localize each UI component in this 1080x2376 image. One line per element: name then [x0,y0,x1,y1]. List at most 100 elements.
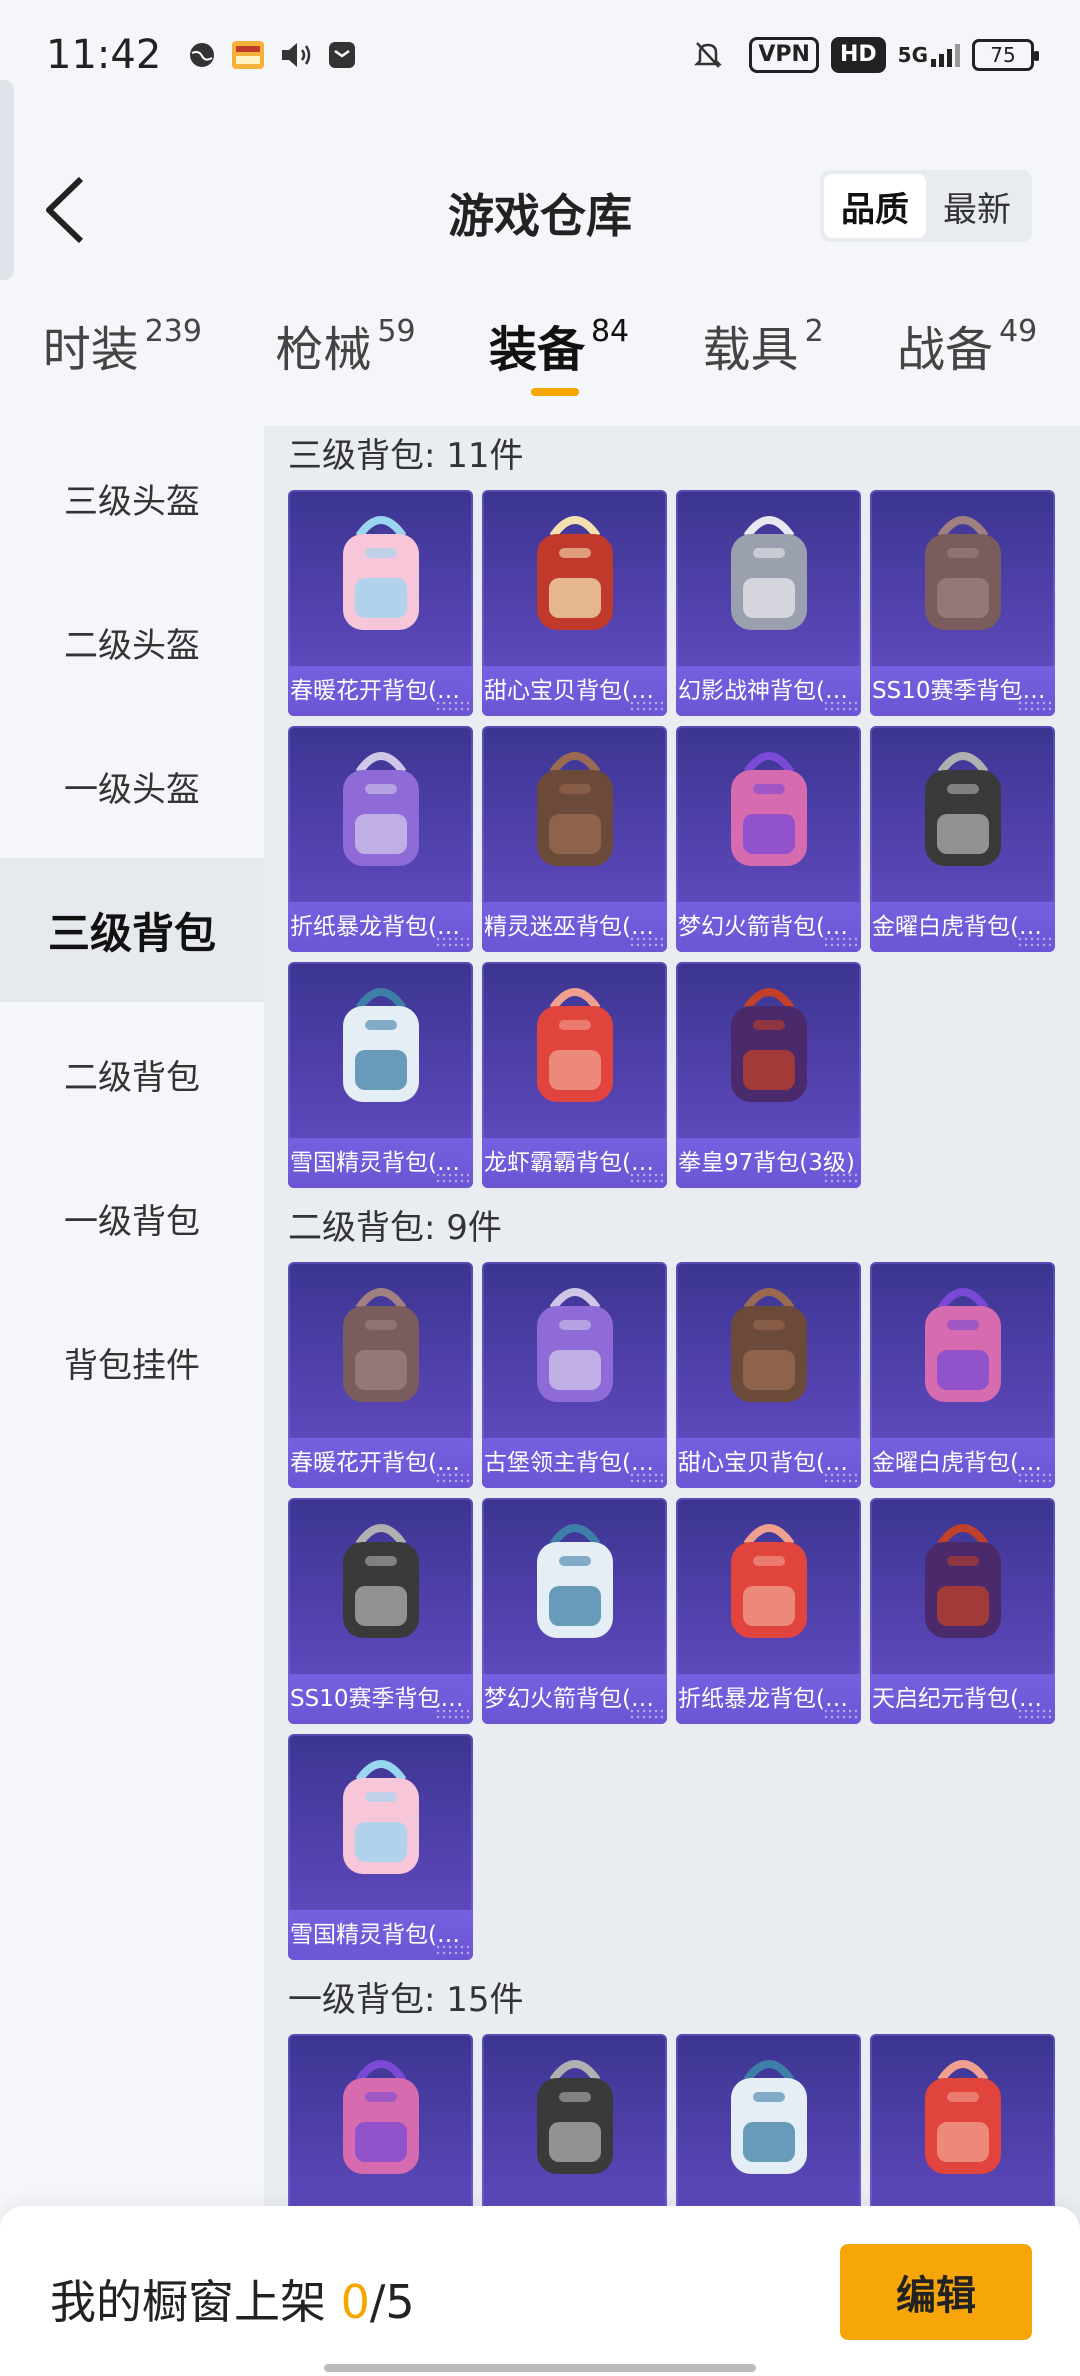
item-card[interactable]: 梦幻火箭背包(… [676,726,861,952]
item-card[interactable]: 春暖花开背包(… [288,1262,473,1488]
item-card[interactable]: 金曜白虎背包(… [870,726,1055,952]
backpack-icon [482,962,667,1138]
item-card[interactable]: 精灵迷巫背包(… [482,726,667,952]
section-title: 一级背包: 15件 [288,1980,524,2020]
active-tab-indicator [530,388,579,396]
item-card[interactable]: 雪国精灵背包(… [288,962,473,1188]
backpack-icon [482,2034,667,2210]
showcase-current-count: 0 [340,2275,370,2329]
signal-icon [931,44,960,67]
tab-label: 装备 [488,322,585,378]
item-name: 折纸暴龙背包(… [288,902,473,952]
network-type: 5G [897,43,928,67]
item-card[interactable] [288,2034,473,2226]
item-name: 金曜白虎背包(… [870,902,1055,952]
backpack-icon [288,726,473,902]
backpack-icon [676,1498,861,1674]
item-card[interactable]: 古堡领主背包(… [482,1262,667,1488]
hd-badge: HD [830,37,886,73]
backpack-icon [676,1262,861,1438]
item-name: 古堡领主背包(… [482,1438,667,1488]
item-name: 金曜白虎背包(… [870,1438,1055,1488]
item-card[interactable]: 天启纪元背包(… [870,1498,1055,1724]
item-card[interactable] [676,2034,861,2226]
chevron-left-icon [46,176,84,244]
item-grid: 春暖花开背包(… 甜心宝贝背包(… 幻影战神背包(… SS10赛季背包… 折纸暴龙背包(… [264,490,1080,1198]
item-name: 折纸暴龙背包(… [676,1674,861,1724]
backpack-icon [482,490,667,666]
battery-level: 75 [990,43,1016,67]
item-card[interactable]: 拳皇97背包(3级) [676,962,861,1188]
bottom-bar: 我的橱窗上架 0/5 编辑 [0,2206,1080,2376]
item-grid: 春暖花开背包(… 古堡领主背包(… 甜心宝贝背包(… 金曜白虎背包(… SS10赛季背包… [264,1262,1080,1970]
sidebar-item-backpack-lv3[interactable]: 三级背包 [0,858,264,1002]
sidebar-item-backpack-lv1[interactable]: 一级背包 [0,1146,264,1290]
backpack-icon [288,962,473,1138]
header: 游戏仓库 品质 最新 [0,150,1080,270]
tab-count: 239 [144,314,202,349]
backpack-icon [288,1734,473,1910]
item-name: 幻影战神背包(… [676,666,861,716]
item-card[interactable]: 折纸暴龙背包(… [676,1498,861,1724]
backpack-icon [676,2034,861,2210]
item-name: 春暖花开背包(… [288,1438,473,1488]
tab-equipment[interactable]: 装备 84 [488,310,630,396]
item-name: 梦幻火箭背包(… [482,1674,667,1724]
item-name: SS10赛季背包… [870,666,1055,716]
showcase-total: /5 [369,2275,415,2329]
tab-supplies[interactable]: 战备 49 [897,310,1037,380]
backpack-icon [676,490,861,666]
backpack-icon [676,962,861,1138]
sort-option-quality[interactable]: 品质 [824,174,926,238]
item-name: 甜心宝贝背包(… [676,1438,861,1488]
backpack-icon [288,2034,473,2210]
item-card[interactable]: 龙虾霸霸背包(… [482,962,667,1188]
item-card[interactable]: SS10赛季背包… [870,490,1055,716]
volume-icon [279,40,313,70]
item-card[interactable]: 春暖花开背包(… [288,490,473,716]
notifications-off-icon [693,39,723,71]
home-indicator[interactable] [324,2364,756,2372]
sort-toggle: 品质 最新 [820,170,1032,242]
sidebar-item-backpack-charm[interactable]: 背包挂件 [0,1290,264,1434]
item-card[interactable]: 甜心宝贝背包(… [482,490,667,716]
backpack-icon [870,1498,1055,1674]
screen: 11:42 VPN HD 5G 75 游戏仓库 品质 最新 时装 239 枪械 … [0,0,1080,2376]
sidebar-item-helmet-lv1[interactable]: 一级头盔 [0,714,264,858]
item-card[interactable]: SS10赛季背包… [288,1498,473,1724]
status-bar: 11:42 VPN HD 5G 75 [0,0,1080,110]
item-card[interactable] [482,2034,667,2226]
edit-button[interactable]: 编辑 [840,2244,1032,2340]
item-name: SS10赛季背包… [288,1674,473,1724]
sort-option-latest[interactable]: 最新 [926,174,1028,238]
tab-count: 59 [377,314,416,349]
item-card[interactable]: 梦幻火箭背包(… [482,1498,667,1724]
category-tabs: 时装 239 枪械 59 装备 84 载具 2 战备 49 [0,310,1080,420]
item-name: 雪国精灵背包(… [288,1138,473,1188]
item-card[interactable] [870,2034,1055,2226]
backpack-icon [870,1262,1055,1438]
tab-vehicles[interactable]: 载具 2 [703,310,824,380]
sidebar-item-helmet-lv2[interactable]: 二级头盔 [0,570,264,714]
tab-weapons[interactable]: 枪械 59 [275,310,415,380]
item-name: 天启纪元背包(… [870,1674,1055,1724]
tab-count: 49 [999,314,1038,349]
item-name: 梦幻火箭背包(… [676,902,861,952]
sidebar-item-backpack-lv2[interactable]: 二级背包 [0,1002,264,1146]
item-content[interactable]: 三级背包: 11件 春暖花开背包(… 甜心宝贝背包(… 幻影战神背包(… SS10赛季背… [264,426,1080,2226]
back-button[interactable] [30,165,100,255]
section-title: 三级背包: 11件 [288,436,524,476]
item-card[interactable]: 折纸暴龙背包(… [288,726,473,952]
item-card[interactable]: 金曜白虎背包(… [870,1262,1055,1488]
app-thumbnail-icon [231,40,265,70]
globe-icon [187,40,217,70]
item-card[interactable]: 幻影战神背包(… [676,490,861,716]
sidebar-item-helmet-lv3[interactable]: 三级头盔 [0,426,264,570]
tab-label: 载具 [702,322,799,378]
item-grid [264,2034,1080,2226]
item-card[interactable]: 雪国精灵背包(… [288,1734,473,1960]
tab-count: 84 [590,314,630,349]
backpack-icon [288,1498,473,1674]
item-card[interactable]: 甜心宝贝背包(… [676,1262,861,1488]
tab-fashion[interactable]: 时装 239 [43,310,202,380]
